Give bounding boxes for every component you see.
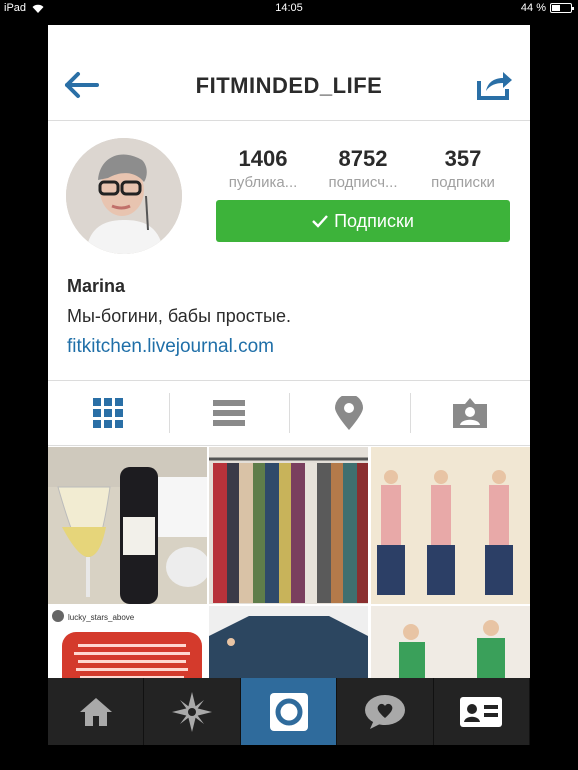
following-count: 357: [444, 146, 482, 171]
checkmark-icon: [312, 215, 328, 228]
tab-camera[interactable]: [240, 678, 338, 745]
tab-map[interactable]: [289, 381, 410, 445]
page-title: FITMINDED_LIFE: [195, 73, 383, 98]
status-time: 14:05: [275, 2, 303, 14]
bottom-tab-bar: [48, 678, 531, 745]
tab-tagged[interactable]: [409, 381, 531, 445]
following-button-label: Подписки: [334, 210, 414, 231]
tab-explore[interactable]: [144, 678, 241, 745]
followers-stat[interactable]: 8752 подписч...: [316, 146, 410, 191]
tab-grid[interactable]: [48, 381, 169, 445]
profile-stats: 1406 публика... 8752 подписч... 357 подп…: [216, 146, 510, 191]
grid-photo-3[interactable]: [371, 447, 530, 604]
profile-card-icon: [460, 696, 503, 727]
grid-icon: [93, 398, 124, 428]
followers-label: подписч...: [328, 174, 398, 191]
avatar[interactable]: [66, 138, 182, 254]
grid-photo-2[interactable]: [209, 447, 368, 604]
tab-list[interactable]: [168, 381, 290, 445]
nav-header: FITMINDED_LIFE: [48, 25, 530, 121]
profile-bio: Мы-богини, бабы простые.: [67, 306, 291, 326]
camera-icon: [269, 692, 308, 731]
tab-activity[interactable]: [337, 678, 434, 745]
battery-icon: [550, 3, 574, 13]
tagged-person-icon: [452, 398, 487, 428]
tab-home[interactable]: [48, 678, 145, 745]
home-icon: [79, 697, 112, 726]
followers-count: 8752: [338, 146, 388, 171]
following-label: подписки: [431, 174, 495, 191]
view-tabs: [48, 380, 530, 446]
activity-heart-icon: [364, 694, 405, 729]
posts-label: публика...: [228, 174, 298, 191]
profile-screen: FITMINDED_LIFE 1406 публика... 8752 подп…: [48, 25, 530, 745]
profile-link[interactable]: fitkitchen.livejournal.com: [67, 336, 274, 358]
following-button[interactable]: Подписки: [216, 200, 510, 242]
location-pin-icon: [335, 396, 364, 430]
tab-profile[interactable]: [433, 678, 531, 745]
posts-count: 1406: [238, 146, 288, 171]
list-icon: [212, 400, 245, 426]
explore-star-icon: [172, 691, 213, 732]
profile-section: 1406 публика... 8752 подписч... 357 подп…: [48, 122, 530, 380]
posts-stat[interactable]: 1406 публика...: [216, 146, 310, 191]
profile-name: Marina: [67, 276, 126, 296]
status-bar: iPad 14:05 44 %: [0, 0, 578, 16]
battery-percent: 44 %: [520, 2, 546, 14]
grid-photo-1[interactable]: [48, 447, 207, 604]
following-stat[interactable]: 357 подписки: [416, 146, 510, 191]
avatar-photo: [66, 138, 182, 254]
share-icon[interactable]: [476, 69, 514, 101]
grid-post-username: lucky_stars_above: [68, 613, 135, 622]
